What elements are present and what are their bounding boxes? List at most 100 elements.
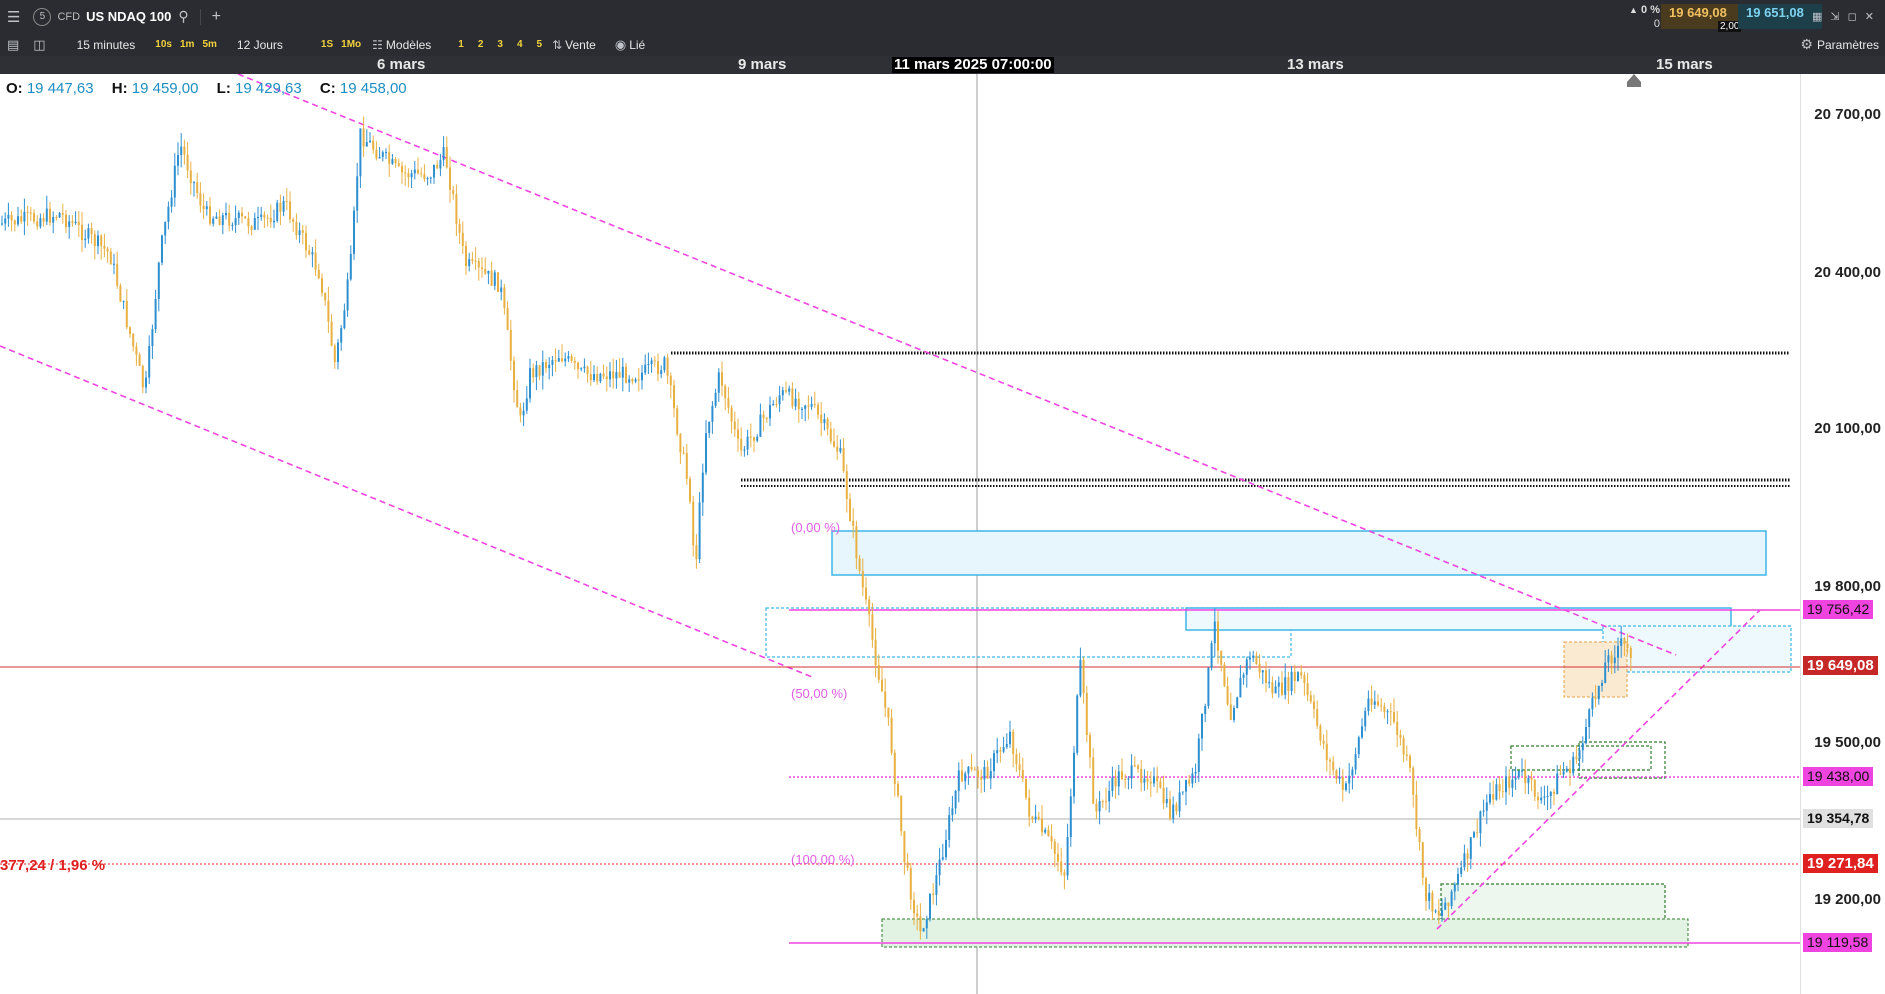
candle-body bbox=[42, 218, 45, 222]
candle-body bbox=[1588, 709, 1591, 728]
layout-icon[interactable]: ◫ bbox=[26, 37, 52, 53]
candle-body bbox=[644, 364, 647, 373]
layout-1-button[interactable]: 1 bbox=[451, 39, 471, 50]
grid-icon[interactable]: ▦ bbox=[1808, 10, 1826, 23]
candle-body bbox=[353, 210, 355, 254]
candle-body bbox=[1111, 777, 1114, 791]
sell-icon[interactable]: ⇅ bbox=[549, 38, 565, 52]
layout-5-button[interactable]: 5 bbox=[530, 39, 550, 50]
demand-zone-small-2[interactable] bbox=[1578, 741, 1666, 779]
plus-icon[interactable]: + bbox=[205, 8, 228, 26]
candle-body bbox=[1060, 861, 1063, 873]
sell-button[interactable]: Vente bbox=[565, 38, 604, 52]
candle-body bbox=[922, 928, 925, 932]
candle-body bbox=[1556, 773, 1559, 795]
candle-body bbox=[935, 875, 938, 895]
candle-body bbox=[666, 357, 669, 376]
open-label: O: bbox=[6, 80, 23, 97]
ohlc-readout: O: 19 447,63 H: 19 459,00 L: 19 429,63 C… bbox=[6, 80, 421, 97]
candle-body bbox=[1354, 754, 1357, 770]
candle-body bbox=[1191, 773, 1194, 784]
candle-body bbox=[1290, 671, 1293, 692]
candle-body bbox=[1533, 779, 1536, 797]
candle-body bbox=[1309, 695, 1312, 702]
quick-interval-5m[interactable]: 5m bbox=[198, 39, 220, 50]
candle-body bbox=[1575, 756, 1578, 759]
collapse-icon[interactable]: ⇲ bbox=[1826, 10, 1843, 23]
layout-3-button[interactable]: 3 bbox=[490, 39, 510, 50]
low-label: L: bbox=[216, 80, 231, 97]
candle-body bbox=[1389, 711, 1392, 713]
candle-body bbox=[1364, 710, 1367, 727]
candle-body bbox=[247, 218, 250, 227]
candle-body bbox=[1514, 777, 1517, 780]
candle-body bbox=[1498, 784, 1501, 792]
templates-button[interactable]: Modèles bbox=[386, 38, 439, 52]
candle-body bbox=[794, 398, 797, 407]
candle-body bbox=[215, 216, 218, 219]
menu-icon[interactable]: ☰ bbox=[0, 8, 27, 26]
candle-body bbox=[1249, 657, 1251, 660]
candle-body bbox=[817, 404, 819, 415]
link-icon[interactable]: ◉ bbox=[612, 37, 629, 53]
trendline-lower[interactable] bbox=[0, 345, 813, 678]
candle-body bbox=[487, 270, 490, 274]
quick-range-1s[interactable]: 1S bbox=[317, 39, 337, 50]
candle-body bbox=[417, 169, 419, 174]
link-button[interactable]: Lié bbox=[629, 38, 653, 52]
quick-interval-10s[interactable]: 10s bbox=[151, 39, 176, 50]
demand-zone-small-1[interactable] bbox=[1510, 745, 1652, 771]
candle-body bbox=[145, 377, 147, 388]
candle-body bbox=[84, 238, 87, 241]
layout-2-button[interactable]: 2 bbox=[471, 39, 491, 50]
candle-body bbox=[468, 259, 471, 267]
candle-body bbox=[1220, 650, 1223, 665]
scroll-marker-icon[interactable] bbox=[1627, 74, 1641, 82]
candle-body bbox=[39, 218, 42, 227]
candle-body bbox=[1594, 697, 1597, 700]
candle-body bbox=[746, 436, 749, 450]
candle-body bbox=[1469, 837, 1472, 859]
layout-4-button[interactable]: 4 bbox=[510, 39, 530, 50]
pnl-label: 377,24 / 1,96 % bbox=[0, 857, 106, 874]
search-icon[interactable]: ⚲ bbox=[171, 8, 195, 25]
candle-body bbox=[4, 218, 7, 224]
settings-button[interactable]: ⚙ Paramètres bbox=[1800, 33, 1879, 56]
candle-body bbox=[749, 436, 752, 438]
candle-body bbox=[1031, 816, 1034, 820]
candle-body bbox=[93, 234, 96, 247]
demand-zone-right[interactable] bbox=[1440, 883, 1666, 922]
list-icon[interactable]: ▤ bbox=[0, 37, 26, 53]
candle-body bbox=[1117, 771, 1120, 787]
candlestick-chart[interactable] bbox=[0, 74, 1800, 994]
candle-body bbox=[1210, 643, 1213, 668]
resistance-zone-blue[interactable] bbox=[831, 530, 1767, 576]
candle-body bbox=[1517, 770, 1520, 778]
range-select[interactable]: 12 Jours bbox=[229, 38, 291, 52]
candle-body bbox=[125, 300, 128, 328]
quick-interval-1m[interactable]: 1m bbox=[176, 39, 198, 50]
candle-body bbox=[1357, 737, 1360, 755]
candle-body bbox=[637, 379, 640, 381]
candle-body bbox=[673, 385, 675, 409]
candle-body bbox=[577, 362, 579, 370]
maximize-icon[interactable]: ◻ bbox=[1844, 10, 1861, 23]
candle-body bbox=[1485, 802, 1488, 811]
quick-range-1mo[interactable]: 1Mo bbox=[337, 39, 365, 50]
candle-body bbox=[1204, 705, 1207, 714]
candle-body bbox=[1457, 873, 1459, 885]
candle-body bbox=[714, 392, 717, 406]
fib-0-price-label: 19 756,42 bbox=[1803, 600, 1874, 619]
templates-icon[interactable]: ☷ bbox=[369, 38, 386, 52]
candle-body bbox=[193, 182, 195, 184]
candle-body bbox=[298, 230, 301, 236]
candle-body bbox=[1073, 752, 1075, 797]
instrument-name[interactable]: US NDAQ 100 bbox=[86, 9, 171, 24]
close-label: C: bbox=[319, 80, 336, 97]
candle-body bbox=[292, 219, 295, 222]
close-icon[interactable]: ✕ bbox=[1861, 10, 1878, 23]
candle-body bbox=[541, 362, 544, 376]
candle-body bbox=[532, 368, 535, 378]
interval-select[interactable]: 15 minutes bbox=[69, 38, 144, 52]
price-chart[interactable] bbox=[0, 74, 1800, 994]
